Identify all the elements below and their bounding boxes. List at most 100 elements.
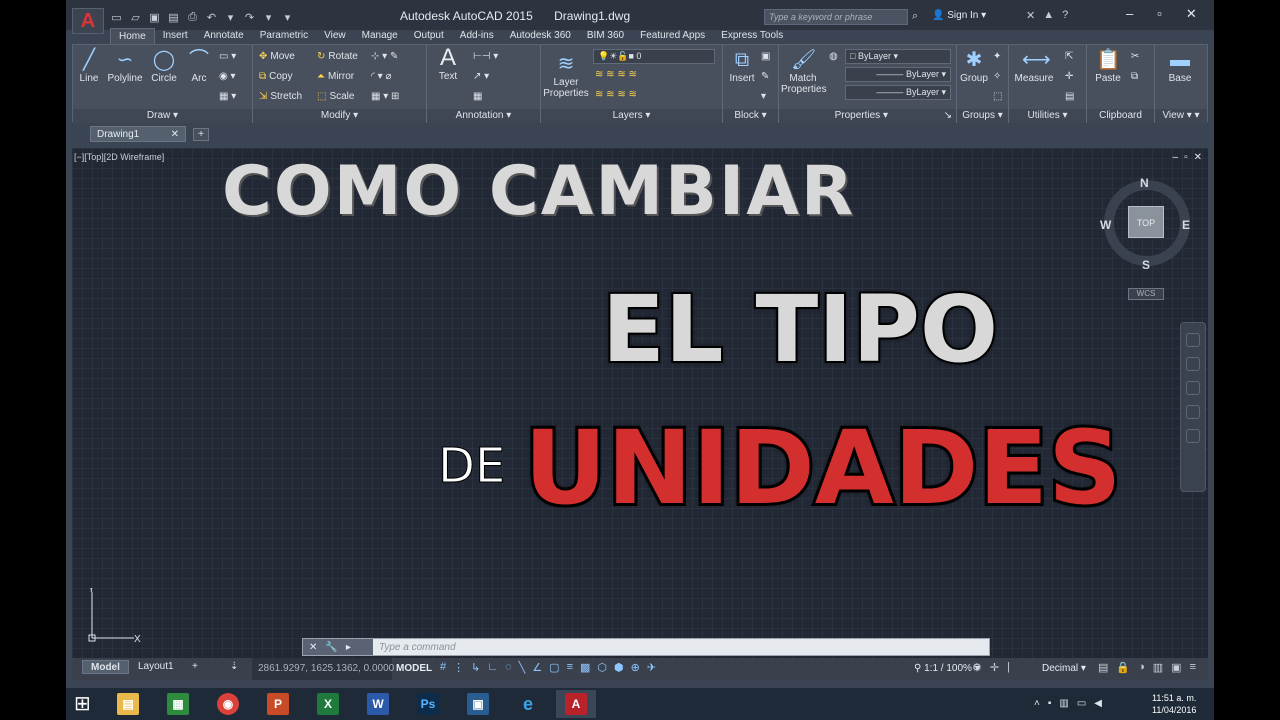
orbit-icon[interactable] <box>1186 405 1200 419</box>
hatch-icon[interactable]: ◉ ▾ <box>219 71 236 82</box>
tray-network-icon[interactable]: ▥ <box>1059 698 1068 709</box>
quick-properties-icon[interactable]: ▤ <box>1098 661 1108 674</box>
annotation-visibility-icon[interactable]: ✈ <box>647 661 656 674</box>
array-icon[interactable]: ▦ ▾ ⊞ <box>371 91 399 102</box>
text-button[interactable]: A Text <box>433 46 463 83</box>
taskbar-powerpoint[interactable]: P <box>258 690 298 718</box>
osnap-icon[interactable]: ▢ <box>549 661 559 674</box>
close-icon[interactable]: ✕ <box>1186 6 1197 22</box>
maximize-icon[interactable]: ▫ <box>1157 6 1162 22</box>
utilities-panel-label[interactable]: Utilities ▾ <box>1009 109 1086 123</box>
taskbar-store[interactable]: ▦ <box>158 690 198 718</box>
a360-icon[interactable]: ▲ <box>1043 9 1054 22</box>
insert-button[interactable]: ⧉ Insert <box>727 49 757 84</box>
binoculars-icon[interactable]: ⌕ <box>912 10 918 23</box>
block-panel-label[interactable]: Block ▾ <box>723 109 778 123</box>
dynamic-ucs-icon[interactable]: ⊕ <box>631 661 640 674</box>
undo-dropdown-icon[interactable]: ▾ <box>224 11 237 24</box>
clean-screen-icon[interactable]: ▣ <box>1171 661 1181 674</box>
undo-icon[interactable]: ↶ <box>205 11 218 24</box>
compass-south[interactable]: S <box>1142 258 1150 272</box>
compass-east[interactable]: E <box>1182 218 1190 232</box>
help-icon[interactable]: ? <box>1062 9 1068 22</box>
draw-panel-label[interactable]: Draw ▾ <box>73 109 252 123</box>
3d-osnap-icon[interactable]: ⬢ <box>614 661 624 674</box>
sign-in-button[interactable]: 👤 Sign In ▾ <box>932 10 986 21</box>
steering-wheel-icon[interactable] <box>1186 333 1200 347</box>
layer-properties-button[interactable]: ≋ Layer Properties <box>543 53 589 99</box>
redo-dropdown-icon[interactable]: ▾ <box>262 11 275 24</box>
region-icon[interactable]: ▦ ▾ <box>219 91 236 102</box>
compass-west[interactable]: W <box>1100 218 1111 232</box>
leader-icon[interactable]: ↗ ▾ <box>473 71 489 82</box>
view-panel-label[interactable]: View ▾ ▾ <box>1155 109 1207 123</box>
properties-panel-label[interactable]: Properties ▾ ↘ <box>779 109 956 123</box>
quick-select-icon[interactable]: ⇱ <box>1065 51 1073 62</box>
viewport-restore-icon[interactable]: ▫ <box>1184 152 1188 163</box>
taskbar-autocad[interactable]: A <box>556 690 596 718</box>
taskbar-excel[interactable]: X <box>308 690 348 718</box>
annotation-panel-label[interactable]: Annotation ▾ <box>427 109 540 123</box>
command-customize-icon[interactable]: 🔧 <box>325 642 337 653</box>
create-block-icon[interactable]: ▣ <box>761 51 770 62</box>
units-dropdown[interactable]: Decimal ▾ <box>1042 663 1086 674</box>
zoom-icon[interactable] <box>1186 381 1200 395</box>
properties-launcher-icon[interactable]: ↘ <box>944 110 952 121</box>
stretch-button[interactable]: ⇲ Stretch <box>259 91 302 102</box>
annotation-scale[interactable]: ⚲ 1:1 / 100% ▾ <box>914 663 980 674</box>
application-menu-button[interactable]: A <box>72 8 104 34</box>
base-button[interactable]: ▬ Base <box>1165 49 1195 84</box>
tray-expand-icon[interactable]: ˄ <box>1034 698 1040 709</box>
exchange-icon[interactable]: ✕ <box>1026 9 1035 22</box>
isodraft-icon[interactable]: ╲ <box>519 661 526 674</box>
move-button[interactable]: ✥ Move <box>259 51 295 62</box>
lineweight-icon[interactable]: ≡ <box>567 661 573 674</box>
viewcube[interactable]: TOP <box>1128 206 1164 238</box>
tab-layout1[interactable]: Layout1 <box>130 660 182 674</box>
taskbar-ie[interactable]: e <box>508 690 548 718</box>
document-tab[interactable]: Drawing1 ✕ <box>90 126 186 142</box>
tab-bim-360[interactable]: BIM 360 <box>579 28 632 44</box>
command-input[interactable]: Type a command <box>373 642 456 653</box>
taskbar-explorer[interactable]: ▤ <box>108 690 148 718</box>
tab-manage[interactable]: Manage <box>354 28 406 44</box>
table-icon[interactable]: ▦ <box>473 91 482 102</box>
polyline-button[interactable]: ∽ Polyline <box>107 49 143 84</box>
save-icon[interactable]: ▣ <box>148 11 161 24</box>
attribute-icon[interactable]: ▾ <box>761 91 766 102</box>
viewport-minimize-icon[interactable]: – <box>1173 152 1179 163</box>
rectangle-icon[interactable]: ▭ ▾ <box>219 51 236 62</box>
tab-featured-apps[interactable]: Featured Apps <box>632 28 713 44</box>
mirror-button[interactable]: ⏶ Mirror <box>317 71 354 82</box>
tab-view[interactable]: View <box>316 28 354 44</box>
transparency-icon[interactable]: ▩ <box>580 661 590 674</box>
modify-panel-label[interactable]: Modify ▾ <box>253 109 426 123</box>
ungroup-icon[interactable]: ✦ <box>993 51 1001 62</box>
hardware-acceleration-icon[interactable]: ▥ <box>1153 661 1163 674</box>
osnap-tracking-icon[interactable]: ∠ <box>532 661 542 674</box>
viewport-close-icon[interactable]: ✕ <box>1194 152 1202 163</box>
point-icon[interactable]: ✛ <box>1065 71 1073 82</box>
fillet-icon[interactable]: ◜ ▾ ⌀ <box>371 71 391 82</box>
tab-annotate[interactable]: Annotate <box>196 28 252 44</box>
taskbar-video[interactable]: ▣ <box>458 690 498 718</box>
close-tab-icon[interactable]: ✕ <box>171 129 179 140</box>
copy-clip-icon[interactable]: ⧉ <box>1131 71 1138 82</box>
grid-icon[interactable]: # <box>440 661 446 674</box>
group-select-icon[interactable]: ⬚ <box>993 91 1002 102</box>
layers-panel-label[interactable]: Layers ▾ <box>541 109 722 123</box>
tray-notifications-icon[interactable]: ▭ <box>1077 698 1086 709</box>
customization-menu-icon[interactable]: ≡ <box>1190 661 1196 674</box>
measure-button[interactable]: ⟷ Measure <box>1011 49 1057 84</box>
wcs-menu[interactable]: WCS <box>1128 288 1164 300</box>
layer-tools-row1[interactable]: ≋ ≋ ≋ ≋ <box>595 69 637 80</box>
new-layout-button[interactable]: + <box>184 660 206 674</box>
arc-button[interactable]: ⌒ Arc <box>187 49 211 84</box>
tray-volume-icon[interactable]: ◀ <box>1094 698 1102 709</box>
group-edit-icon[interactable]: ✧ <box>993 71 1001 82</box>
circle-button[interactable]: ◯ Circle <box>149 49 179 84</box>
customize-dropdown-icon[interactable]: ▾ <box>281 11 294 24</box>
infer-icon[interactable]: ↳ <box>471 661 480 674</box>
rotate-button[interactable]: ↻ Rotate <box>317 51 358 62</box>
showmotion-icon[interactable] <box>1186 429 1200 443</box>
